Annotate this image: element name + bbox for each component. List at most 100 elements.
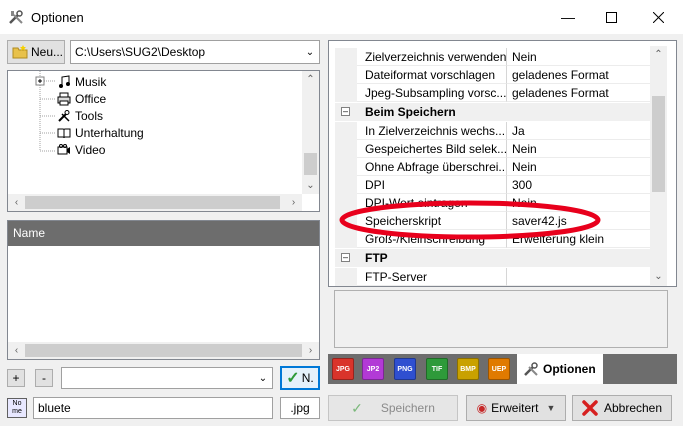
property-row[interactable]: Ohne Abfrage überschrei... Nein	[335, 158, 655, 176]
ok-button[interactable]: ✓ N.	[280, 366, 320, 390]
chevron-up-icon[interactable]: ⌃	[650, 46, 667, 63]
property-name: FTP-Server	[357, 268, 507, 286]
close-icon	[652, 11, 664, 23]
tree-item-tools[interactable]: Tools	[56, 107, 103, 124]
chevron-down-icon[interactable]: ⌄	[302, 177, 319, 194]
camera-icon	[56, 143, 72, 157]
tab-label: PNG	[397, 365, 413, 373]
collapse-icon[interactable]: –	[341, 253, 350, 262]
printer-icon	[56, 92, 72, 106]
property-value[interactable]: geladenes Format	[507, 66, 655, 84]
tree-item-video[interactable]: Video	[56, 141, 105, 158]
tree-item-label: Unterhaltung	[75, 125, 144, 140]
property-grid: Zielverzeichnis verwenden Nein Dateiform…	[328, 40, 677, 287]
folder-tree: Musik Office Tools Unterhaltung Video ⌃ …	[7, 70, 320, 212]
tree-item-label: Tools	[75, 108, 104, 123]
tab-jpg[interactable]: JPG	[332, 358, 354, 380]
tab-label: Optionen	[543, 362, 596, 376]
property-value[interactable]: 300	[507, 176, 655, 194]
chevron-right-icon[interactable]: ›	[285, 194, 302, 211]
chevron-right-icon[interactable]: ›	[302, 342, 319, 359]
category-label: FTP	[365, 251, 388, 265]
new-folder-button[interactable]: Neu...	[7, 40, 65, 64]
category-label: Beim Speichern	[365, 105, 456, 119]
tree-item-musik[interactable]: Musik	[56, 73, 106, 90]
advanced-label: Erweitert	[491, 401, 539, 415]
category-beim-speichern[interactable]: – Beim Speichern	[335, 103, 655, 121]
tab-uep[interactable]: UEP	[488, 358, 510, 380]
property-row[interactable]: In Zielverzeichnis wechs... Ja	[335, 122, 655, 140]
path-value: C:\Users\SUG2\Desktop	[75, 45, 206, 59]
add-button[interactable]: +	[7, 369, 25, 387]
tab-jp2[interactable]: JP2	[362, 358, 384, 380]
new-folder-label: Neu...	[31, 45, 64, 59]
save-label: Speichern	[380, 401, 435, 415]
cancel-label: Abbrechen	[603, 401, 663, 415]
property-name: Dateiformat vorschlagen	[357, 66, 507, 84]
minimize-button[interactable]: —	[545, 0, 591, 34]
file-list: Name ‹ ›	[7, 220, 320, 360]
property-value[interactable]: Nein	[507, 48, 655, 66]
chevron-down-icon[interactable]: ⌄	[650, 268, 667, 285]
tree-vertical-scrollbar[interactable]: ⌃ ⌄	[302, 71, 319, 194]
filter-combo[interactable]: ⌄	[61, 367, 273, 389]
category-ftp[interactable]: – FTP	[335, 249, 655, 267]
scroll-thumb[interactable]	[25, 196, 280, 209]
close-button[interactable]	[635, 0, 681, 34]
property-name: Ohne Abfrage überschrei...	[357, 158, 507, 176]
tab-label: BMP	[460, 365, 476, 373]
scroll-thumb[interactable]	[25, 344, 302, 357]
collapse-icon[interactable]: –	[341, 107, 350, 116]
book-icon	[56, 126, 72, 140]
name-template-icon[interactable]: No me	[7, 398, 27, 418]
property-value[interactable]: geladenes Format	[507, 84, 655, 102]
property-row[interactable]: Dateiformat vorschlagen geladenes Format	[335, 66, 655, 84]
property-row[interactable]: Gespeichertes Bild selek... Nein	[335, 140, 655, 158]
tools-icon	[7, 8, 25, 26]
tree-item-label: Office	[75, 91, 107, 106]
file-list-header[interactable]: Name	[8, 221, 319, 246]
property-row[interactable]: FTP-Server	[335, 268, 655, 286]
chevron-left-icon[interactable]: ‹	[8, 194, 25, 211]
scroll-thumb[interactable]	[652, 96, 665, 192]
tab-tif[interactable]: TIF	[426, 358, 448, 380]
save-button[interactable]: ✓ Speichern	[328, 395, 458, 421]
property-value[interactable]	[507, 268, 655, 286]
property-value[interactable]: Ja	[507, 122, 655, 140]
property-row[interactable]: Zielverzeichnis verwenden Nein	[335, 48, 655, 66]
scroll-thumb[interactable]	[304, 153, 317, 175]
tab-bmp[interactable]: BMP	[457, 358, 479, 380]
remove-button[interactable]: -	[35, 369, 53, 387]
tools-icon	[524, 362, 538, 376]
close-icon	[582, 400, 598, 416]
property-value[interactable]: Nein	[507, 140, 655, 158]
property-row[interactable]: DPI 300	[335, 176, 655, 194]
tree-horizontal-scrollbar[interactable]: ‹ ›	[8, 194, 302, 211]
tree-item-office[interactable]: Office	[56, 90, 106, 107]
music-note-icon	[56, 74, 72, 89]
advanced-button[interactable]: ◉ Erweitert ▼	[466, 395, 566, 421]
maximize-button[interactable]	[588, 0, 634, 34]
extension-field[interactable]: .jpg	[280, 397, 320, 419]
extension-value: .jpg	[290, 401, 310, 415]
chevron-down-icon: ⌄	[305, 46, 315, 58]
chevron-up-icon[interactable]: ⌃	[302, 71, 319, 88]
tools-icon	[56, 109, 72, 123]
file-list-horizontal-scrollbar[interactable]: ‹ ›	[8, 342, 319, 359]
path-combo[interactable]: C:\Users\SUG2\Desktop ⌄	[70, 40, 320, 64]
save-icon: ✓	[351, 399, 363, 416]
tree-item-unterhaltung[interactable]: Unterhaltung	[56, 124, 144, 141]
tab-optionen[interactable]: Optionen	[517, 354, 603, 384]
filename-input[interactable]: bluete	[33, 397, 273, 419]
chevron-down-icon: ⌄	[258, 372, 268, 384]
cancel-button[interactable]: Abbrechen	[572, 395, 672, 421]
property-row[interactable]: Jpeg-Subsampling vorsc... geladenes Form…	[335, 84, 655, 102]
tab-png[interactable]: PNG	[394, 358, 416, 380]
tab-label: UEP	[491, 365, 507, 373]
tab-label: JPG	[335, 365, 350, 373]
chevron-left-icon[interactable]: ‹	[8, 342, 25, 359]
wifi-icon: ◉	[476, 401, 488, 415]
maximize-icon	[605, 11, 617, 23]
property-value[interactable]: Nein	[507, 158, 655, 176]
property-grid-scrollbar[interactable]: ⌃ ⌄	[650, 46, 667, 286]
